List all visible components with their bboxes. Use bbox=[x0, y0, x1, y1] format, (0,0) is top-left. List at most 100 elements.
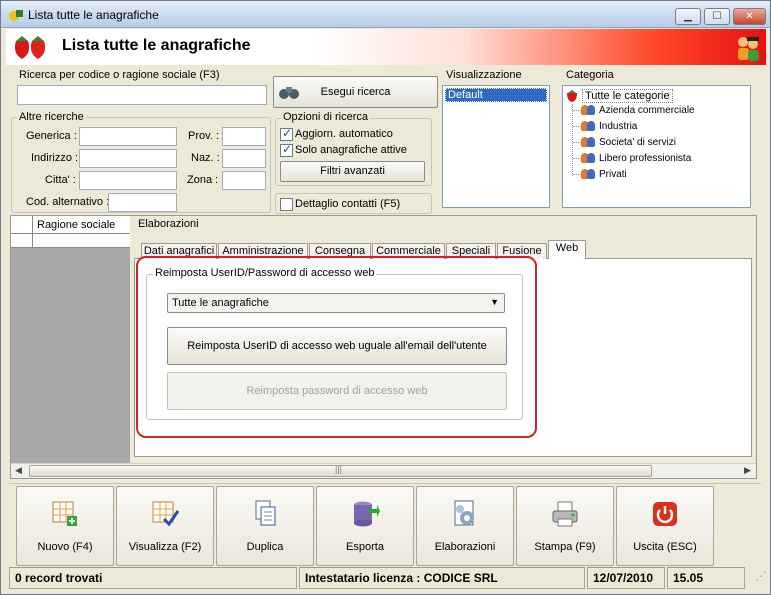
view-list-item[interactable]: Default bbox=[445, 88, 547, 102]
category-group-label: Categoria bbox=[566, 69, 614, 81]
advanced-filters-button[interactable]: Filtri avanzati bbox=[280, 161, 425, 182]
prov-input[interactable] bbox=[222, 127, 266, 146]
search-group-label: Ricerca per codice o ragione sociale (F3… bbox=[19, 69, 220, 81]
cod-alternativo-label: Cod. alternativo : bbox=[26, 196, 110, 208]
strawberry-icon bbox=[567, 90, 577, 102]
maximize-button[interactable]: ☐ bbox=[704, 8, 730, 25]
people-icon bbox=[581, 121, 595, 132]
only-active-label: Solo anagrafiche attive bbox=[295, 144, 407, 156]
options-label: Opzioni di ricerca bbox=[281, 111, 370, 123]
tree-item-label: Societa' di servizi bbox=[599, 137, 676, 149]
indirizzo-label: Indirizzo : bbox=[31, 152, 79, 164]
users-icon bbox=[738, 37, 759, 61]
tree-item[interactable]: Azienda commerciale bbox=[573, 105, 695, 116]
grip-icon: ||| bbox=[335, 464, 343, 474]
printer-icon bbox=[552, 501, 578, 527]
elaborazioni-label: Elaborazioni bbox=[138, 218, 199, 230]
auto-update-label: Aggiorn. automatico bbox=[295, 128, 393, 140]
page-title: Lista tutte le anagrafiche bbox=[62, 37, 251, 54]
status-date: 12/07/2010 bbox=[587, 567, 665, 589]
export-button-label: Esporta bbox=[346, 541, 384, 553]
category-tree[interactable]: Tutte le categorie Azienda commerciale I… bbox=[562, 85, 751, 208]
generica-label: Generica : bbox=[26, 130, 77, 142]
view-button[interactable]: Visualizza (F2) bbox=[116, 486, 214, 566]
naz-input[interactable] bbox=[222, 149, 266, 168]
tree-item[interactable]: Industria bbox=[573, 121, 637, 132]
tab-web[interactable]: Web bbox=[548, 240, 586, 259]
tree-item[interactable]: Libero professionista bbox=[573, 153, 691, 164]
process-button-label: Elaborazioni bbox=[434, 541, 496, 553]
generica-input[interactable] bbox=[79, 127, 177, 146]
tree-item-label: Libero professionista bbox=[599, 153, 692, 165]
scroll-thumb[interactable]: ||| bbox=[29, 464, 652, 477]
new-button-label: Nuovo (F4) bbox=[37, 541, 93, 553]
view-record-icon bbox=[152, 501, 180, 527]
prov-label: Prov. : bbox=[188, 130, 219, 142]
tree-item-label: Privati bbox=[599, 169, 627, 181]
print-button[interactable]: Stampa (F9) bbox=[516, 486, 614, 566]
binoculars-icon bbox=[279, 87, 299, 99]
people-icon bbox=[581, 105, 595, 116]
scroll-right-icon[interactable]: ▶ bbox=[744, 465, 751, 476]
view-listbox[interactable]: Default bbox=[442, 85, 550, 208]
search-button[interactable]: Esegui ricerca bbox=[273, 76, 438, 108]
export-button[interactable]: Esporta bbox=[316, 486, 414, 566]
status-records: 0 record trovati bbox=[9, 567, 297, 589]
print-button-label: Stampa (F9) bbox=[534, 541, 596, 553]
minimize-button[interactable]: ▁ bbox=[675, 8, 701, 25]
people-icon bbox=[581, 169, 595, 180]
tree-item[interactable]: Societa' di servizi bbox=[573, 137, 676, 148]
duplicate-button-label: Duplica bbox=[246, 541, 284, 553]
tree-item-label: Azienda commerciale bbox=[599, 105, 695, 117]
new-record-icon bbox=[52, 501, 77, 526]
process-button[interactable]: Elaborazioni bbox=[416, 486, 514, 566]
status-time: 15.05 bbox=[667, 567, 745, 589]
tree-item-label: Industria bbox=[599, 121, 638, 133]
process-gears-icon bbox=[454, 500, 474, 526]
search-button-label: Esegui ricerca bbox=[320, 86, 391, 98]
duplicate-button[interactable]: Duplica bbox=[216, 486, 314, 566]
records-grid[interactable]: Ragione sociale bbox=[11, 216, 130, 463]
contact-detail-checkbox[interactable] bbox=[280, 198, 293, 211]
cod-alternativo-input[interactable] bbox=[108, 193, 177, 212]
only-active-checkbox[interactable] bbox=[280, 142, 293, 157]
horizontal-scrollbar[interactable]: ◀ ||| ▶ bbox=[11, 463, 756, 478]
citta-input[interactable] bbox=[79, 171, 177, 190]
scroll-left-icon[interactable]: ◀ bbox=[15, 465, 22, 476]
search-input[interactable] bbox=[17, 85, 267, 105]
tree-root[interactable]: Tutte le categorie bbox=[582, 89, 673, 103]
new-button[interactable]: Nuovo (F4) bbox=[16, 486, 114, 566]
window-title: Lista tutte le anagrafiche bbox=[28, 8, 159, 22]
zona-input[interactable] bbox=[222, 171, 266, 190]
contact-detail-label: Dettaglio contatti (F5) bbox=[295, 198, 401, 210]
grid-empty-row bbox=[33, 234, 130, 248]
power-icon bbox=[653, 502, 677, 526]
app-icon bbox=[9, 10, 23, 21]
indirizzo-input[interactable] bbox=[79, 149, 177, 168]
strawberry-logo-icon bbox=[14, 36, 46, 59]
close-button[interactable]: ✕ bbox=[733, 8, 766, 25]
auto-update-checkbox[interactable] bbox=[280, 126, 293, 141]
view-group-label: Visualizzazione bbox=[446, 69, 522, 81]
people-icon bbox=[581, 153, 595, 164]
annotation-highlight bbox=[136, 256, 537, 438]
view-button-label: Visualizza (F2) bbox=[128, 541, 202, 553]
zona-label: Zona : bbox=[187, 174, 219, 186]
duplicate-icon bbox=[255, 500, 276, 526]
tree-item[interactable]: Privati bbox=[573, 169, 627, 180]
grid-column-header[interactable]: Ragione sociale bbox=[37, 219, 115, 231]
header-banner: Lista tutte le anagrafiche bbox=[6, 29, 766, 65]
main-window: Lista tutte le anagrafiche ▁ ☐ ✕ Lista t… bbox=[0, 0, 771, 595]
people-icon bbox=[581, 137, 595, 148]
resize-grip-icon[interactable]: ⋰ bbox=[747, 569, 767, 589]
title-bar[interactable]: Lista tutte le anagrafiche ▁ ☐ ✕ bbox=[1, 1, 770, 28]
exit-button-label: Uscita (ESC) bbox=[633, 541, 697, 553]
exit-button[interactable]: Uscita (ESC) bbox=[616, 486, 714, 566]
other-search-label: Altre ricerche bbox=[17, 111, 86, 123]
status-license: Intestatario licenza : CODICE SRL bbox=[299, 567, 585, 589]
grid-row-header bbox=[11, 234, 33, 248]
database-export-icon bbox=[354, 501, 380, 527]
grid-corner bbox=[11, 216, 33, 234]
grid-header: Ragione sociale bbox=[11, 216, 130, 234]
naz-label: Naz. : bbox=[191, 152, 220, 164]
